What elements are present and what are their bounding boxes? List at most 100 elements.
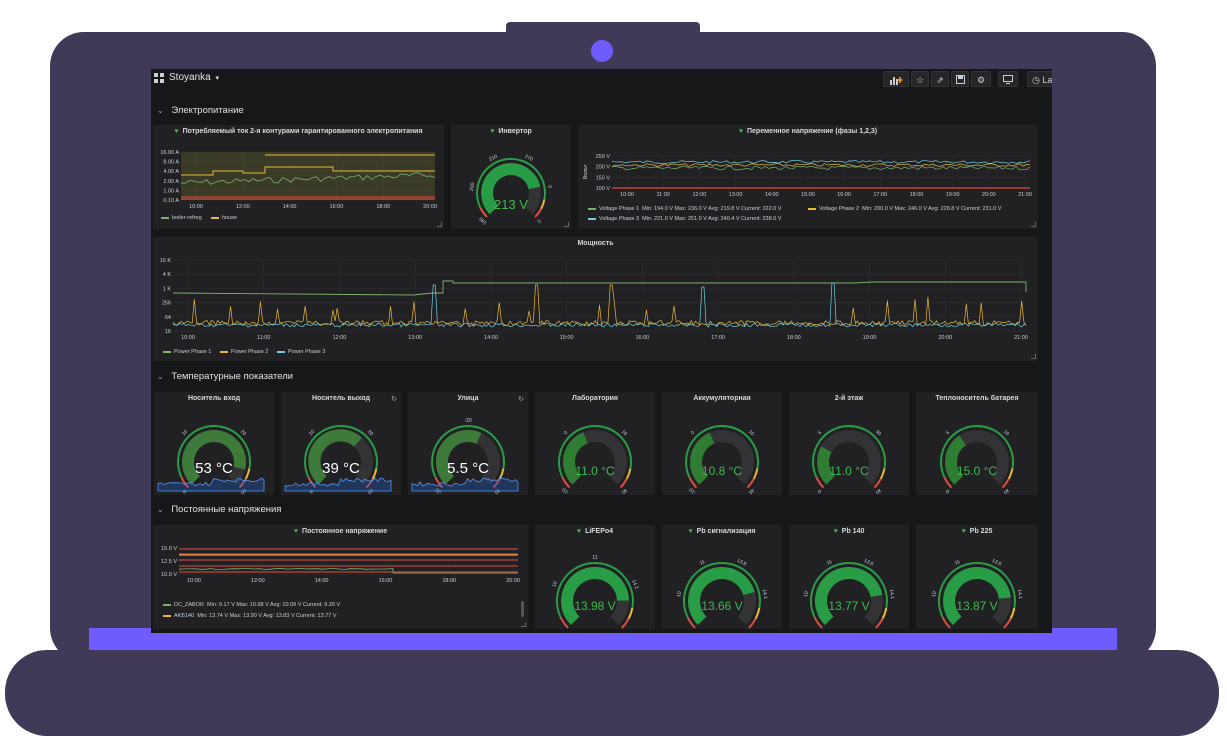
panel-temp-outlet[interactable]: Носитель выход ↻ 0 10 20 60 39 °C <box>281 392 401 495</box>
x-tick-label: 14:00 <box>484 335 498 341</box>
panel-temp-second-floor[interactable]: 2-й этаж 0 5 30 40 11.0 °C <box>789 392 909 495</box>
panel-power[interactable]: Мощность 16 K4 K1 K 256 64 16 10:00 11:00 12:0… <box>153 237 1038 361</box>
legend-item-boiler[interactable]: boiler-refreg <box>161 215 202 221</box>
x-tick-label: 17:00 <box>873 192 887 198</box>
x-tick-label: 10:00 <box>181 335 195 341</box>
y-tick-label: 256 <box>162 301 171 307</box>
gauge-tick-label: 9 <box>561 628 567 629</box>
series-line-power2 <box>172 284 1027 327</box>
area-fill <box>181 152 435 200</box>
legend-item-phase2[interactable]: Voltage Phase 2 Min: 200.0 V Max: 246.0 … <box>808 206 1001 212</box>
x-tick-label: 14:00 <box>315 578 329 584</box>
chevron-down-icon: ⌄ <box>157 106 164 115</box>
gauge-tick-label: 10 <box>931 591 938 598</box>
time-picker-button[interactable]: ◷ Las <box>1027 71 1052 87</box>
camera-icon <box>591 40 613 62</box>
gauge-tick-label: 5 <box>817 430 823 436</box>
resize-handle[interactable] <box>1031 354 1036 359</box>
legend-item-dc-zabor[interactable]: DC_ZABOR Min: 9.17 V Max: 10.68 V Avg: 1… <box>163 602 340 608</box>
panel-temp-battery-room[interactable]: Аккумуляторная -10 0 10 40 10.8 °C <box>662 392 782 495</box>
y-tick-label: 4 K <box>163 272 172 278</box>
battery-gauge: 9101113.814.115 <box>931 558 1023 629</box>
resize-handle[interactable] <box>564 222 569 227</box>
x-tick-label: 14:00 <box>765 192 779 198</box>
panel-temp-inlet[interactable]: Носитель вход 0 10 20 60 53 °C <box>154 392 274 495</box>
sparkline <box>411 477 519 492</box>
gauge-tick-label: 40 <box>874 487 882 495</box>
gauge-value: 39 °C <box>322 460 360 477</box>
resize-handle[interactable] <box>1031 222 1036 227</box>
panel-temp-street[interactable]: Улица ↻ -30 -20 30 5.5 °C <box>408 392 528 495</box>
tv-mode-button[interactable] <box>998 71 1018 87</box>
gauge-tick-label: 9 <box>688 628 694 629</box>
row-header-dc-voltage[interactable]: ⌄ Постоянные напряжения <box>157 504 281 515</box>
save-button[interactable] <box>951 71 969 87</box>
gauge-tick-label: 11 <box>592 555 597 561</box>
x-tick-label: 19:00 <box>863 335 877 341</box>
x-tick-label: 19:00 <box>946 192 960 198</box>
battery-gauge: 9101114.215 <box>551 555 639 629</box>
gauge-value: 13.77 V <box>828 599 870 613</box>
gauge-value: 213 V <box>494 197 528 212</box>
y-tick-label: 100 V <box>596 186 611 192</box>
resize-handle[interactable] <box>521 622 526 627</box>
y-tick-label: 15.0 V <box>161 546 177 552</box>
legend-item-akb140[interactable]: AKБ140 Min: 13.74 V Max: 13.90 V Avg: 13… <box>163 613 337 619</box>
panel-dc-voltage[interactable]: ♥ Постоянное напряжение 15.0 V 12.5 V 10.0 … <box>153 525 528 629</box>
row-header-power[interactable]: ⌄ Электропитание <box>157 105 244 116</box>
dashboard-title: Stoyanka <box>169 72 211 83</box>
sparkline <box>157 477 265 492</box>
x-tick-label: 11:00 <box>657 192 670 198</box>
panel-temp-heater[interactable]: Теплоноситель батарея 0 5 10 40 15.0 °C <box>916 392 1038 495</box>
legend-item-phase1[interactable]: Voltage Phase 1 Min: 194.0 V Max: 236.0 … <box>588 206 781 212</box>
panel-ac-voltage[interactable]: ♥ Переменное напряжение (фазы 1,2,3) 250 … <box>578 125 1038 229</box>
gauge-tick-label: 5 <box>945 430 951 436</box>
panel-temp-lab[interactable]: Лаборатория -10 0 10 40 11.0 °C <box>535 392 655 495</box>
legend-item-house[interactable]: house <box>211 215 237 221</box>
panel-inverter[interactable]: ♥ Инвертор 180 200 210 270 0 0 213 V <box>451 125 571 229</box>
x-tick-label: 10:00 <box>189 204 203 210</box>
panel-current[interactable]: ♥ Потребляемый ток 2-я контурами гарантир… <box>153 125 444 229</box>
y-tick-label: 200 V <box>596 165 611 171</box>
series-line-phase3 <box>611 160 1031 164</box>
gauge-value: 13.66 V <box>701 599 743 613</box>
star-button[interactable]: ☆ <box>911 71 929 87</box>
x-tick-label: 16:00 <box>330 204 344 210</box>
add-panel-button[interactable] <box>883 71 909 87</box>
x-tick-label: 14:00 <box>283 204 297 210</box>
legend-item-power1[interactable]: Power Phase 1 <box>163 349 211 355</box>
share-button[interactable]: ⇗ <box>931 71 949 87</box>
x-tick-label: 12:00 <box>333 335 347 341</box>
legend-item-phase3[interactable]: Voltage Phase 3 Min: 221.0 V Max: 251.0 … <box>588 216 781 222</box>
current-chart: 16.00 A 8.00 A 4.00 A 2.00 A 1.00 A 0.10 A 10:… <box>160 150 437 210</box>
y-tick-label: 8.00 A <box>163 160 179 166</box>
gauge-tick-label: 11 <box>699 559 707 567</box>
x-tick-label: 11:00 <box>257 335 270 341</box>
y-tick-label: 2.00 A <box>163 179 179 185</box>
row-header-temperature[interactable]: ⌄ Температурные показатели <box>157 371 293 382</box>
legend-item-power2[interactable]: Power Phase 2 <box>220 349 268 355</box>
legend-scrollbar[interactable] <box>521 601 524 617</box>
x-tick-label: 18:00 <box>376 204 390 210</box>
chevron-down-icon: ⌄ <box>157 372 164 381</box>
panel-battery-lifepo4[interactable]: ♥LiFEPo4 9101114.215 13.98 V <box>535 525 655 629</box>
legend-item-power3[interactable]: Power Phase 3 <box>277 349 325 355</box>
x-tick-label: 20:00 <box>982 192 996 198</box>
panel-battery-pb140[interactable]: ♥Pb 140 9101113.814.115 13.77 V <box>789 525 909 629</box>
row-title: Температурные показатели <box>171 371 294 382</box>
resize-handle[interactable] <box>437 222 442 227</box>
temp-gauge: 010 2060 <box>157 424 265 495</box>
gauge-value: 5.5 °C <box>447 460 489 477</box>
chevron-down-icon: ⌄ <box>157 505 164 514</box>
row-title: Электропитание <box>171 105 244 116</box>
gauge-tick-label: 0 <box>563 430 569 436</box>
temp-gauge: -100 1040 <box>685 424 759 495</box>
panel-battery-pb-alarm[interactable]: ♥Pb сигнализация 9101113.814.115 13.66 V <box>662 525 782 629</box>
dashboard-grid-icon[interactable] <box>154 73 164 83</box>
gauge-tick-label: 9 <box>943 628 949 629</box>
x-tick-label: 15:00 <box>560 335 574 341</box>
dashboard-picker[interactable]: Stoyanka ▾ <box>169 72 219 83</box>
row-title: Постоянные напряжения <box>171 504 282 515</box>
panel-battery-pb225[interactable]: ♥Pb 225 9101113.814.115 13.87 V <box>916 525 1038 629</box>
settings-button[interactable]: ⚙ <box>971 71 991 87</box>
